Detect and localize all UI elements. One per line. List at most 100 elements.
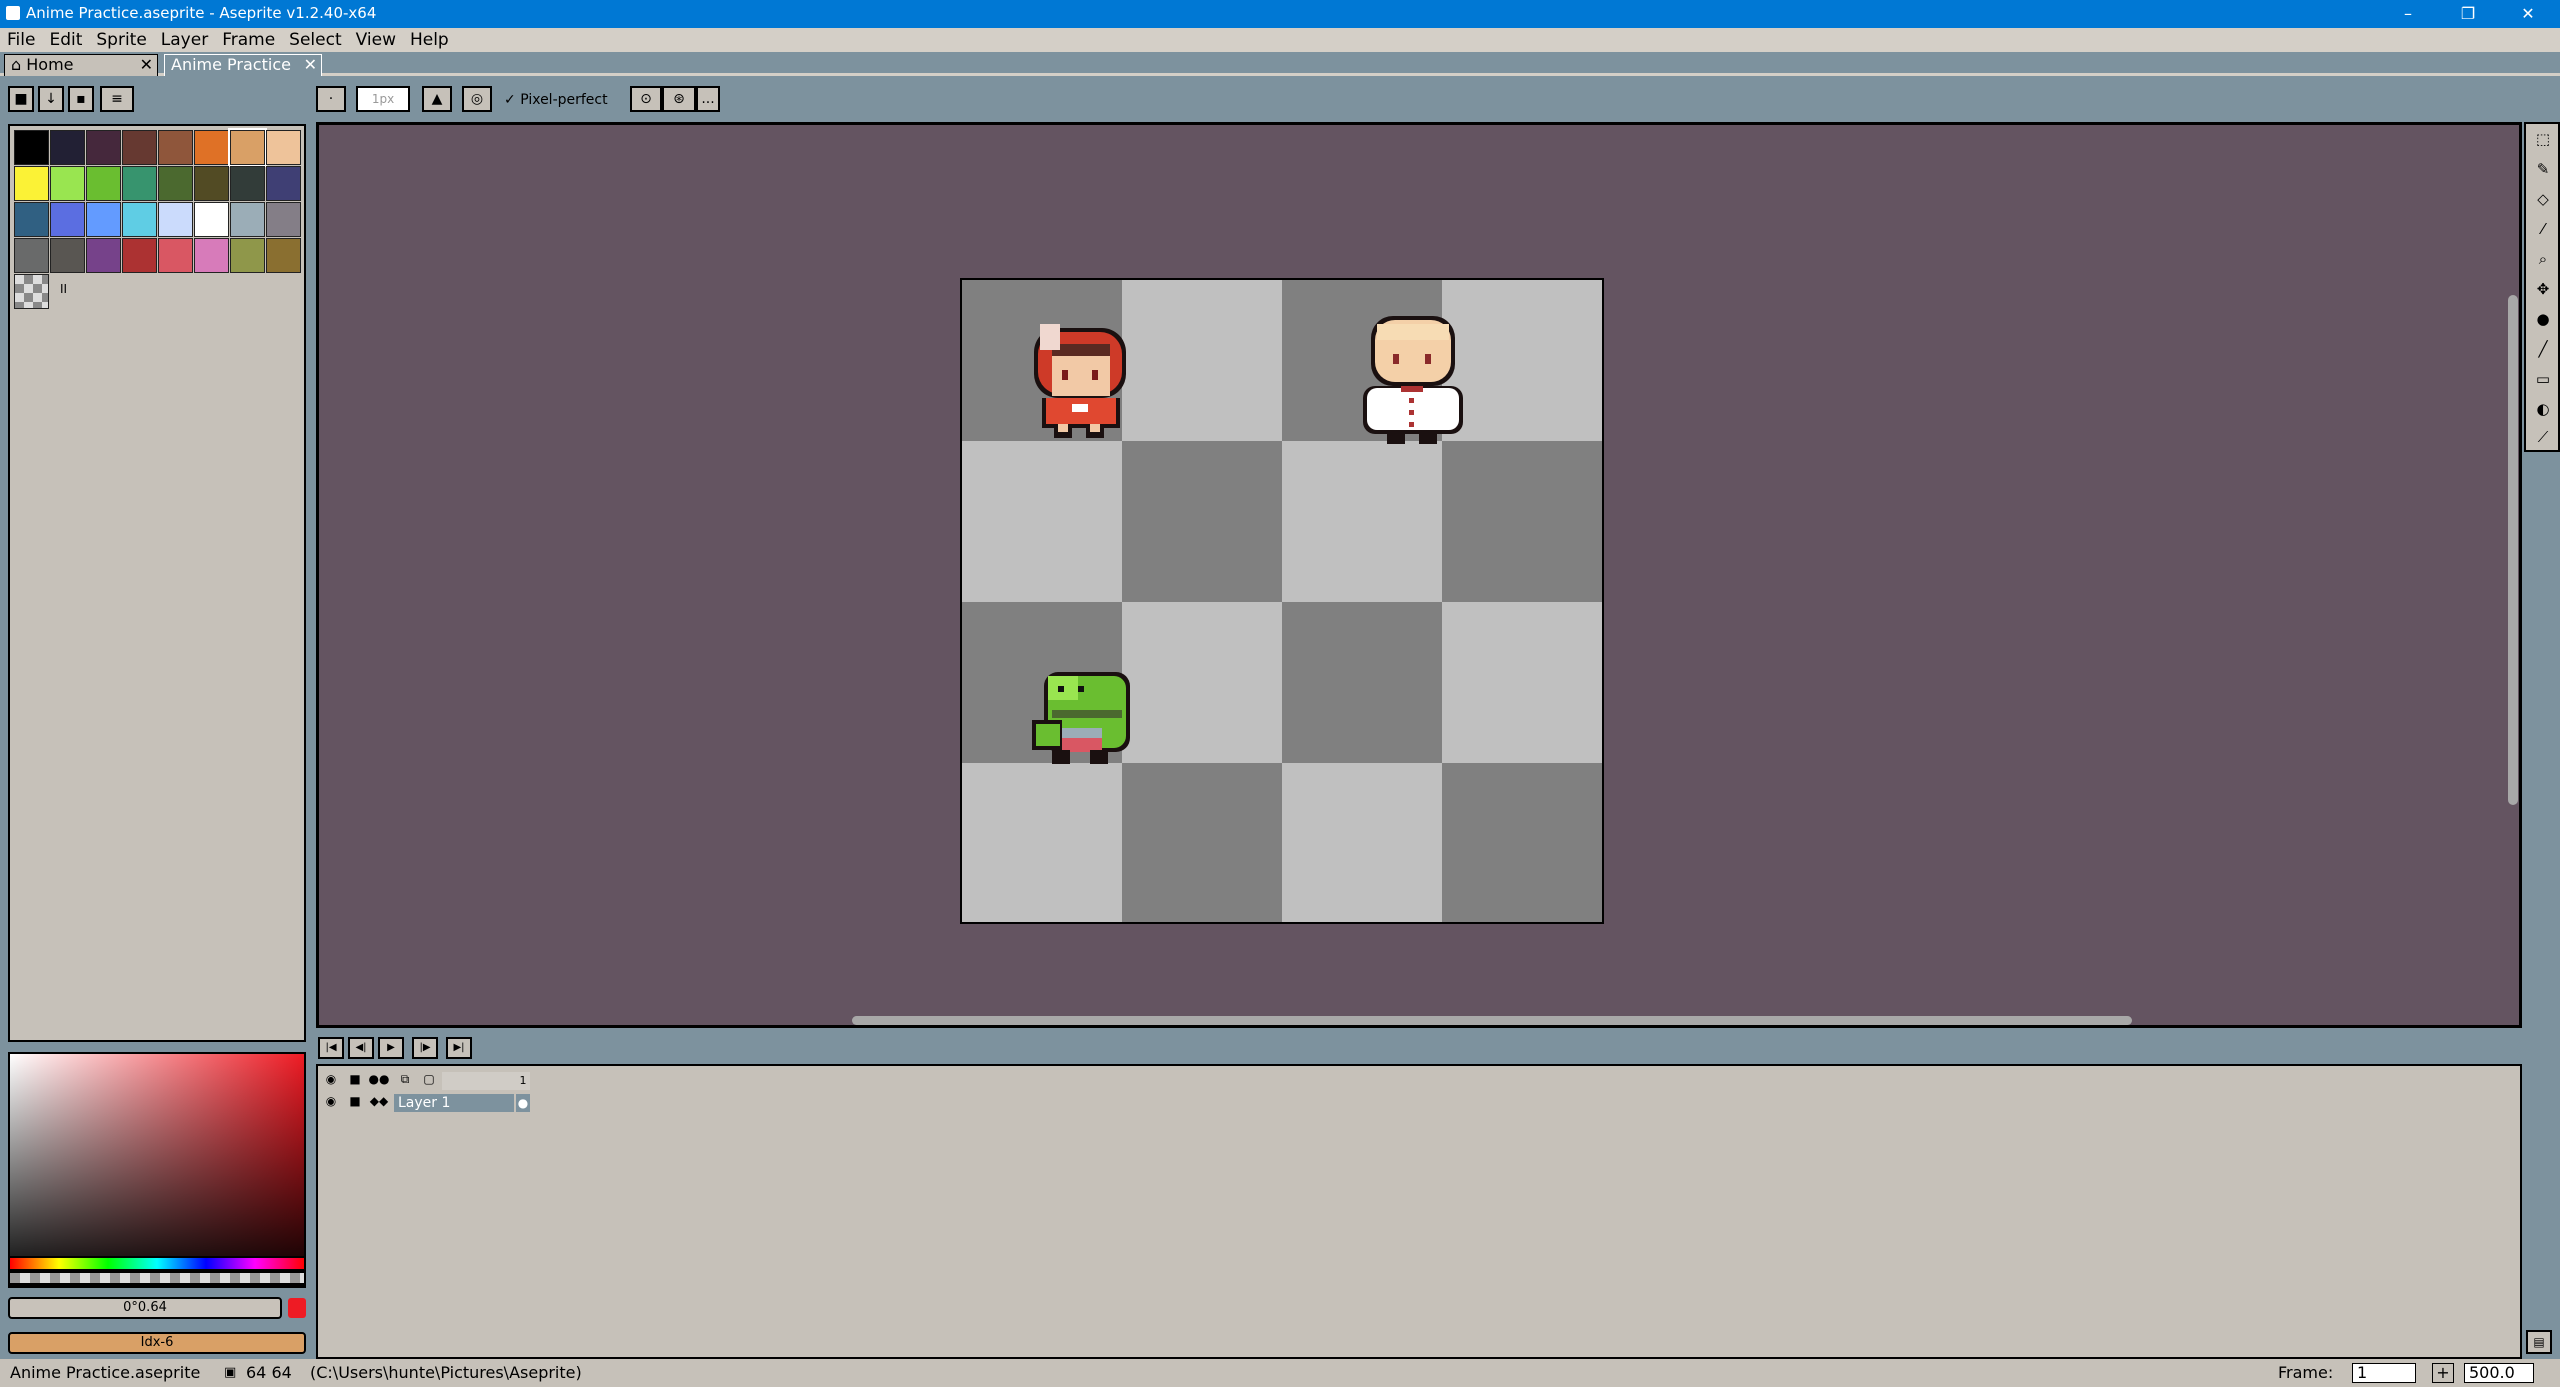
- palette-swatch[interactable]: [158, 238, 193, 273]
- ink-tool-icon[interactable]: ⟋: [2529, 424, 2557, 450]
- menu-help[interactable]: Help: [403, 28, 456, 52]
- palette-swatch[interactable]: [230, 202, 265, 237]
- symmetry-icon[interactable]: ⊙: [630, 86, 662, 112]
- palette-swatch[interactable]: [50, 202, 85, 237]
- close-button[interactable]: ✕: [2498, 0, 2558, 28]
- menu-view[interactable]: View: [349, 28, 403, 52]
- palette-swatch[interactable]: [194, 166, 229, 201]
- mirror-icon[interactable]: ⊛: [662, 86, 696, 112]
- line-icon[interactable]: ╱: [2529, 336, 2557, 362]
- layer-name[interactable]: Layer 1: [394, 1094, 514, 1112]
- palette-swatch[interactable]: [158, 166, 193, 201]
- palette-swatch[interactable]: [86, 202, 121, 237]
- palette-swatch[interactable]: [14, 238, 49, 273]
- palette-swatch[interactable]: [86, 130, 121, 165]
- menu-frame[interactable]: Frame: [215, 28, 282, 52]
- last-frame-icon[interactable]: ▶|: [446, 1037, 472, 1059]
- palette-swatch[interactable]: [14, 202, 49, 237]
- palette-swatch[interactable]: [158, 130, 193, 165]
- close-tab-icon[interactable]: ✕: [304, 55, 317, 75]
- pencil-icon[interactable]: ✎: [2529, 156, 2557, 182]
- padlock-icon[interactable]: ■: [344, 1094, 366, 1112]
- palette-swatch[interactable]: [122, 202, 157, 237]
- menu-sprite[interactable]: Sprite: [89, 28, 153, 52]
- transparent-swatch[interactable]: [14, 274, 49, 309]
- zoom-input[interactable]: 500.0: [2464, 1363, 2534, 1383]
- hue-slider[interactable]: [8, 1256, 306, 1271]
- previous-frame-icon[interactable]: ◀|: [348, 1037, 374, 1059]
- menu-edit[interactable]: Edit: [42, 28, 89, 52]
- vertical-scrollbar[interactable]: [2508, 295, 2518, 805]
- paint-bucket-icon[interactable]: ●: [2529, 306, 2557, 332]
- palette-swatch[interactable]: [158, 202, 193, 237]
- rectangle-icon[interactable]: ▭: [2529, 366, 2557, 392]
- palette-swatch[interactable]: [194, 202, 229, 237]
- frame-number[interactable]: 1: [516, 1072, 530, 1090]
- onion-skin-icon[interactable]: ●●: [368, 1072, 390, 1090]
- play-icon[interactable]: ▶: [378, 1037, 404, 1059]
- visibility-icon[interactable]: ◉: [320, 1072, 342, 1090]
- eyedropper-icon[interactable]: ⁄: [2529, 216, 2557, 242]
- palette-swatch[interactable]: [230, 238, 265, 273]
- zoom-icon[interactable]: ⌕: [2529, 246, 2557, 272]
- palette-swatch[interactable]: [266, 202, 301, 237]
- layer-row[interactable]: ◉ ■ ◆◆ Layer 1 ●: [318, 1092, 538, 1114]
- palette-swatch[interactable]: [194, 238, 229, 273]
- layer-options-icon[interactable]: ▢: [418, 1072, 440, 1090]
- menu-file[interactable]: File: [0, 28, 42, 52]
- link-cels-icon[interactable]: ⧉: [394, 1072, 416, 1090]
- pixel-perfect-checkbox[interactable]: ✓ Pixel-perfect: [504, 88, 608, 112]
- lock-icon[interactable]: ■: [344, 1072, 366, 1090]
- foreground-color-entry[interactable]: 0°0.64: [8, 1297, 282, 1319]
- palette-swatch[interactable]: [266, 130, 301, 165]
- eraser-icon[interactable]: ◇: [2529, 186, 2557, 212]
- color-spectrum[interactable]: [8, 1052, 306, 1288]
- palette-swatch[interactable]: [122, 130, 157, 165]
- sort-icon[interactable]: ↓: [38, 86, 64, 112]
- palette-swatch[interactable]: [50, 166, 85, 201]
- palette-swatch[interactable]: [14, 130, 49, 165]
- blur-icon[interactable]: ◐: [2529, 396, 2557, 422]
- menu-layer[interactable]: Layer: [154, 28, 215, 52]
- palette-swatch[interactable]: [50, 238, 85, 273]
- palette-swatch[interactable]: [86, 238, 121, 273]
- more-options-button[interactable]: ...: [696, 86, 720, 112]
- background-color-entry[interactable]: Idx-6: [8, 1332, 306, 1354]
- palette-swatch[interactable]: [50, 130, 85, 165]
- palette-swatch[interactable]: [228, 128, 267, 167]
- palette-resize-icon[interactable]: II: [60, 282, 67, 296]
- palette-swatch[interactable]: [230, 166, 265, 201]
- palette-swatch[interactable]: [266, 238, 301, 273]
- palette-swatch[interactable]: [14, 166, 49, 201]
- palette-swatch[interactable]: [86, 166, 121, 201]
- cel-icon[interactable]: ●: [516, 1094, 530, 1112]
- move-icon[interactable]: ✥: [2529, 276, 2557, 302]
- ink-icon[interactable]: ▲: [422, 86, 452, 112]
- marquee-icon[interactable]: ⬚: [2529, 126, 2557, 152]
- brush-size-field[interactable]: 1px: [356, 86, 410, 112]
- palette-swatch[interactable]: [122, 166, 157, 201]
- minimize-button[interactable]: –: [2378, 0, 2438, 28]
- next-frame-icon[interactable]: |▶: [412, 1037, 438, 1059]
- continuous-icon[interactable]: ◆◆: [368, 1094, 390, 1112]
- horizontal-scrollbar[interactable]: [852, 1016, 2132, 1025]
- presets-icon[interactable]: ▪: [68, 86, 94, 112]
- sprite-canvas[interactable]: [960, 278, 1604, 924]
- first-frame-icon[interactable]: |◀: [318, 1037, 344, 1059]
- palette-swatch[interactable]: [122, 238, 157, 273]
- frame-input[interactable]: 1: [2352, 1363, 2416, 1383]
- close-tab-icon[interactable]: ✕: [140, 55, 153, 75]
- alpha-slider[interactable]: [8, 1271, 306, 1285]
- pressure-icon[interactable]: ◎: [462, 86, 492, 112]
- tab-anime-practice[interactable]: Anime Practice ✕: [164, 54, 322, 76]
- palette-swatch[interactable]: [266, 166, 301, 201]
- menu-select[interactable]: Select: [282, 28, 348, 52]
- palette-swatch[interactable]: [194, 130, 229, 165]
- warning-icon[interactable]: [288, 1298, 306, 1318]
- timeline-toggle-icon[interactable]: ▤: [2526, 1330, 2552, 1354]
- lock-icon[interactable]: ■: [8, 86, 34, 112]
- add-frame-icon[interactable]: +: [2432, 1363, 2454, 1383]
- maximize-button[interactable]: ❐: [2438, 0, 2498, 28]
- tab-home[interactable]: ⌂ Home ✕: [4, 54, 158, 76]
- eye-icon[interactable]: ◉: [320, 1094, 342, 1112]
